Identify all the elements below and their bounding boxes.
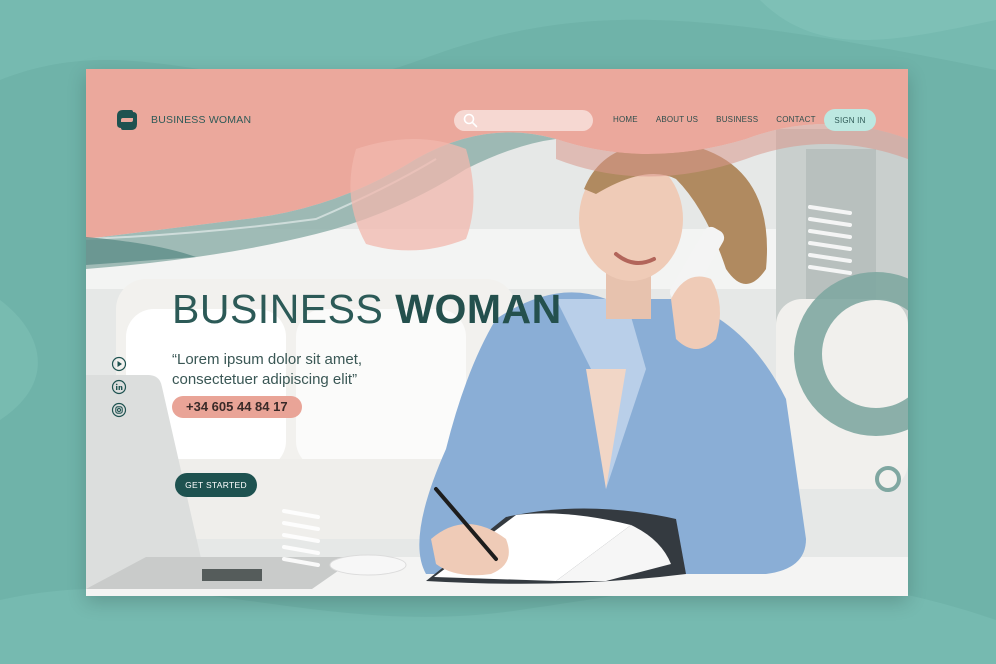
phone-number-badge[interactable]: +34 605 44 84 17	[172, 396, 302, 418]
social-links	[111, 356, 127, 418]
hero-title: BUSINESS WOMAN	[172, 289, 562, 330]
search-bar[interactable]	[454, 110, 593, 131]
logo-mark-icon	[117, 110, 137, 130]
sign-in-button[interactable]: SIGN IN	[824, 109, 876, 131]
landing-page-card: BUSINESS WOMAN HOME ABOUT US BUSINESS CO…	[86, 69, 908, 596]
hero-quote: “Lorem ipsum dolor sit amet, consectetue…	[172, 350, 432, 390]
brand-name: BUSINESS WOMAN	[151, 114, 252, 126]
top-navigation-bar: BUSINESS WOMAN HOME ABOUT US BUSINESS CO…	[86, 69, 908, 169]
main-nav: HOME ABOUT US BUSINESS CONTACT	[613, 115, 816, 124]
search-icon[interactable]	[463, 113, 478, 128]
get-started-button[interactable]: GET STARTED	[175, 473, 257, 497]
hero-title-bold: WOMAN	[395, 286, 562, 332]
play-icon[interactable]	[111, 356, 127, 372]
hero-quote-line-1: “Lorem ipsum dolor sit amet,	[172, 351, 363, 368]
nav-business[interactable]: BUSINESS	[716, 115, 758, 124]
linkedin-icon[interactable]	[111, 379, 127, 395]
nav-about-us[interactable]: ABOUT US	[656, 115, 698, 124]
search-input[interactable]	[484, 112, 584, 129]
nav-home[interactable]: HOME	[613, 115, 638, 124]
hero-quote-line-2: consectetuer adipiscing elit”	[172, 371, 358, 388]
nav-contact[interactable]: CONTACT	[776, 115, 815, 124]
hero-title-light: BUSINESS	[172, 286, 384, 332]
instagram-icon[interactable]	[111, 402, 127, 418]
brand-logo[interactable]: BUSINESS WOMAN	[113, 106, 251, 134]
